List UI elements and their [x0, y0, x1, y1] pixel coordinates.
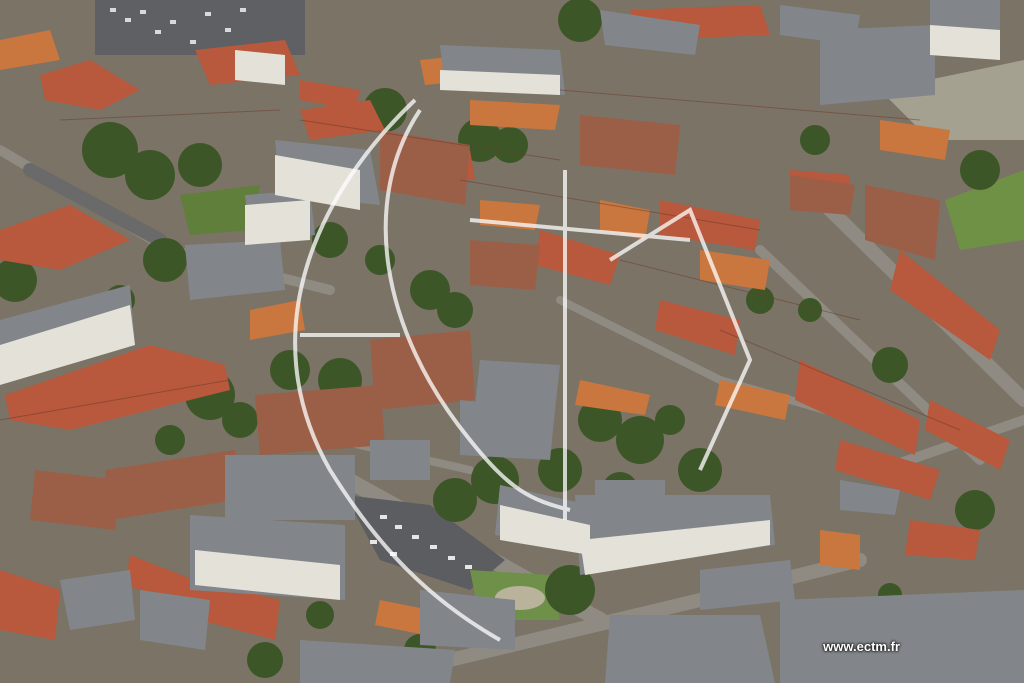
aerial-photo: [0, 0, 1024, 683]
credit-watermark: www.ectm.fr: [823, 639, 900, 654]
